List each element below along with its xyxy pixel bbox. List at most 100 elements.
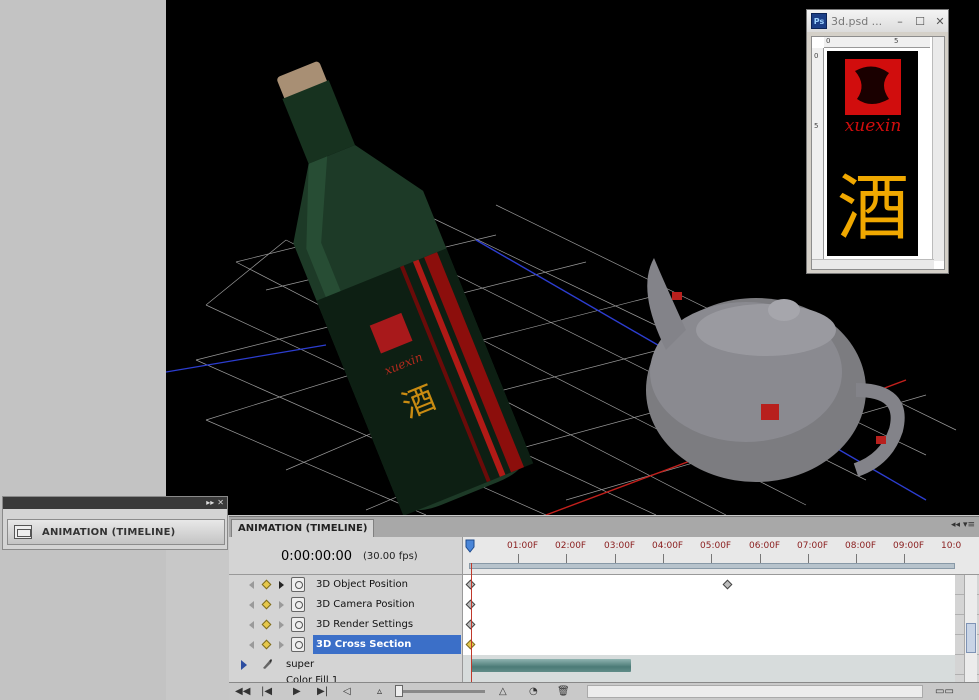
- playhead-handle-icon[interactable]: [465, 539, 475, 553]
- stopwatch-icon[interactable]: [291, 597, 305, 612]
- playhead-line: [471, 563, 472, 683]
- property-label: 3D Camera Position: [316, 599, 415, 610]
- property-row-3d-cross-section[interactable]: 3D Cross Section: [229, 635, 979, 655]
- time-ruler[interactable]: 01:00F 02:00F 03:00F 04:00F 05:00F 06:00…: [463, 537, 979, 575]
- next-keyframe-icon[interactable]: [279, 621, 284, 629]
- add-keyframe-icon[interactable]: [261, 619, 272, 630]
- row-label-column: 3D Cross Section: [229, 635, 463, 655]
- ruler-mark: 5: [894, 37, 899, 45]
- next-frame-icon[interactable]: ▶|: [317, 685, 328, 698]
- add-keyframe-icon[interactable]: [261, 639, 272, 650]
- property-row-3d-render-settings[interactable]: 3D Render Settings: [229, 615, 979, 635]
- ruler-mark: 0: [814, 52, 819, 60]
- ruler-tick: [566, 554, 567, 563]
- panel-menu-icon[interactable]: ▾≡: [963, 520, 975, 530]
- document-title: 3d.psd ...: [831, 14, 883, 28]
- layer-duration-track[interactable]: [463, 655, 955, 675]
- expand-panels-icon[interactable]: ▸▸: [206, 497, 214, 509]
- next-keyframe-icon[interactable]: [279, 601, 284, 609]
- row-label-column: 3D Camera Position: [229, 595, 463, 615]
- ruler-label: 06:00F: [749, 541, 781, 551]
- ruler-label: 05:00F: [700, 541, 732, 551]
- artwork-character: 酒: [837, 166, 909, 250]
- document-canvas-area[interactable]: 0 5 0 5 xuexin 酒: [811, 36, 945, 270]
- previous-frame-icon[interactable]: |◀: [261, 685, 272, 698]
- previous-keyframe-icon[interactable]: [249, 621, 254, 629]
- teapot-model: [646, 258, 905, 482]
- document-window[interactable]: Ps 3d.psd ... – ☐ ✕ 0 5 0 5 xuexin 酒: [806, 9, 949, 274]
- add-keyframe-icon[interactable]: [261, 579, 272, 590]
- ruler-horizontal[interactable]: 0 5: [824, 37, 930, 48]
- next-keyframe-icon[interactable]: [279, 581, 284, 589]
- property-label: 3D Cross Section: [313, 635, 461, 654]
- work-area-bar[interactable]: [469, 563, 955, 569]
- layer-duration-bar[interactable]: [471, 659, 631, 672]
- document-titlebar[interactable]: Ps 3d.psd ... – ☐ ✕: [807, 10, 948, 32]
- animation-timeline-dock-button[interactable]: ANIMATION (TIMELINE): [7, 519, 225, 545]
- add-keyframe-icon[interactable]: [261, 599, 272, 610]
- frame-view-icon[interactable]: ▭▭: [935, 685, 954, 698]
- filmstrip-icon: [14, 525, 32, 539]
- property-row-3d-object-position[interactable]: 3D Object Position: [229, 575, 979, 595]
- stopwatch-icon[interactable]: [291, 617, 305, 632]
- play-icon[interactable]: ▶: [293, 685, 301, 698]
- delete-icon[interactable]: 🗑: [557, 685, 570, 698]
- artwork-brand-text: xuexin: [845, 116, 902, 136]
- zoom-slider-knob[interactable]: [395, 685, 403, 697]
- document-horizontal-scrollbar[interactable]: [812, 259, 934, 269]
- scrollbar-thumb[interactable]: [966, 623, 976, 653]
- previous-keyframe-icon[interactable]: [249, 641, 254, 649]
- property-label: 3D Object Position: [316, 579, 408, 590]
- timeline-controls: ◀◀ |◀ ▶ ▶| ◁ ▵ △ ◔ 🗑 ▭▭: [229, 682, 979, 700]
- previous-keyframe-icon[interactable]: [249, 581, 254, 589]
- ruler-label: 08:00F: [845, 541, 877, 551]
- next-keyframe-icon[interactable]: [279, 641, 284, 649]
- first-frame-icon[interactable]: ◀◀: [235, 685, 250, 698]
- ruler-vertical[interactable]: 0 5: [812, 48, 824, 262]
- stopwatch-icon[interactable]: [291, 577, 305, 592]
- close-icon[interactable]: ✕: [932, 15, 948, 28]
- zoom-out-icon[interactable]: ▵: [377, 685, 382, 698]
- keyframe[interactable]: [722, 579, 733, 590]
- ruler-label: 09:00F: [893, 541, 925, 551]
- ruler-label: 10:0: [941, 541, 962, 551]
- ruler-label: 07:00F: [797, 541, 829, 551]
- zoom-in-icon[interactable]: △: [499, 685, 507, 698]
- keyframe-track[interactable]: [463, 635, 955, 655]
- ruler-label: 01:00F: [507, 541, 539, 551]
- audio-icon[interactable]: ◁: [343, 685, 351, 698]
- ruler-tick: [711, 554, 712, 563]
- dock-button-label: ANIMATION (TIMELINE): [42, 526, 176, 538]
- layer-row-super[interactable]: super: [229, 655, 979, 675]
- ruler-label: 02:00F: [555, 541, 587, 551]
- ruler-mark: 0: [826, 37, 831, 45]
- brush-icon: [263, 659, 272, 669]
- close-dock-icon[interactable]: ✕: [217, 497, 224, 509]
- animation-timeline-panel: ANIMATION (TIMELINE) ◂◂ ▾≡ 0:00:00:00 (3…: [229, 516, 979, 700]
- stopwatch-icon[interactable]: [291, 637, 305, 652]
- zoom-slider[interactable]: [397, 690, 485, 693]
- previous-keyframe-icon[interactable]: [249, 601, 254, 609]
- timeline-horizontal-scrollbar[interactable]: [587, 685, 923, 698]
- workspace-background: [0, 0, 166, 700]
- property-row-3d-camera-position[interactable]: 3D Camera Position: [229, 595, 979, 615]
- expand-layer-icon[interactable]: [241, 660, 247, 670]
- collapse-panel-icon[interactable]: ◂◂: [951, 520, 960, 530]
- ruler-tick: [808, 554, 809, 563]
- collapsed-panel-dock: ▸▸ ✕ ANIMATION (TIMELINE): [2, 496, 228, 550]
- ruler-tick: [904, 554, 905, 563]
- keyframe-track[interactable]: [463, 595, 955, 615]
- onion-skin-icon[interactable]: ◔: [529, 685, 538, 698]
- row-label-column: 3D Object Position: [229, 575, 463, 595]
- dock-titlebar: ▸▸ ✕: [3, 497, 227, 509]
- timeline-vertical-scrollbar[interactable]: [964, 575, 977, 683]
- document-vertical-scrollbar[interactable]: [932, 37, 944, 261]
- time-display: 0:00:00:00 (30.00 fps): [229, 537, 463, 575]
- ruler-tick: [518, 554, 519, 563]
- keyframe-track[interactable]: [463, 575, 955, 595]
- minimize-icon[interactable]: –: [892, 15, 908, 28]
- tab-animation-timeline[interactable]: ANIMATION (TIMELINE): [231, 519, 375, 537]
- keyframe-track[interactable]: [463, 615, 955, 635]
- maximize-icon[interactable]: ☐: [912, 15, 928, 28]
- current-time[interactable]: 0:00:00:00: [281, 549, 352, 564]
